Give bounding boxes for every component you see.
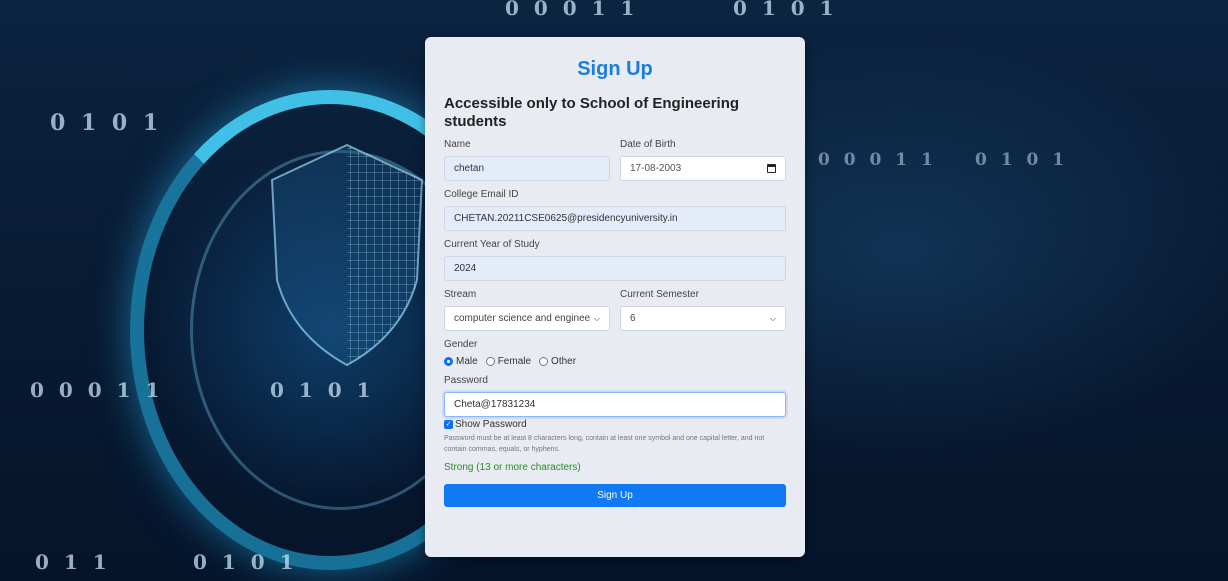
show-password-label: Show Password: [455, 419, 527, 430]
name-value: chetan: [454, 163, 485, 174]
password-label: Password: [444, 375, 488, 386]
chevron-down-icon: ⌵: [593, 313, 600, 323]
binary-text: 0 0 0 1 1: [505, 0, 639, 20]
gender-male-radio[interactable]: Male: [444, 356, 478, 367]
binary-text: 0 1 0 1: [270, 378, 375, 402]
shield-icon: [270, 143, 424, 367]
stream-value: computer science and enginee: [454, 313, 591, 324]
radio-unchecked-icon[interactable]: [485, 357, 495, 366]
stream-label: Stream: [444, 289, 477, 300]
email-label: College Email ID: [444, 189, 519, 200]
dob-label: Date of Birth: [620, 139, 676, 150]
binary-text: 0 1 0 1: [975, 150, 1069, 170]
page-title: Sign Up: [577, 58, 653, 80]
dob-value: 17-08-2003: [630, 163, 682, 174]
gender-option-label: Female: [497, 356, 532, 367]
radio-unchecked-icon[interactable]: [539, 357, 549, 366]
radio-checked-icon[interactable]: [444, 357, 453, 366]
calendar-icon[interactable]: [767, 164, 776, 173]
signup-button[interactable]: Sign Up: [444, 484, 786, 507]
binary-text: 0 1 0 1: [733, 0, 838, 20]
binary-text: 0 1 0 1: [50, 110, 163, 136]
password-strength: Strong (13 or more characters): [444, 462, 581, 473]
gender-label: Gender: [444, 339, 478, 350]
signup-card: Sign Up Accessible only to School of Eng…: [425, 37, 805, 557]
checkbox-checked-icon[interactable]: ✓: [444, 420, 453, 429]
binary-text: 0 0 0 1 1: [818, 150, 937, 170]
year-input[interactable]: 2024: [444, 256, 786, 281]
email-input[interactable]: CHETAN.20211CSE0625@presidencyuniversity…: [444, 206, 786, 231]
show-password-toggle[interactable]: ✓ Show Password: [444, 419, 786, 430]
email-value: CHETAN.20211CSE0625@presidencyuniversity…: [454, 213, 678, 224]
semester-value: 6: [630, 313, 636, 324]
password-value: Cheta@17831234: [454, 399, 536, 410]
binary-text: 0 1 0 1: [193, 550, 298, 574]
name-label: Name: [444, 139, 471, 150]
password-help-text: Password must be at least 8 characters l…: [444, 435, 765, 453]
name-input[interactable]: chetan: [444, 156, 610, 181]
year-value: 2024: [454, 263, 477, 274]
semester-select[interactable]: 6 ⌵: [620, 306, 786, 331]
gender-other-radio[interactable]: Other: [539, 356, 576, 367]
stream-select[interactable]: computer science and enginee ⌵: [444, 306, 610, 331]
chevron-down-icon: ⌵: [769, 313, 776, 323]
binary-text: 0 0 0 1 1: [30, 378, 164, 402]
password-input[interactable]: Cheta@17831234: [444, 392, 786, 417]
gender-option-label: Male: [456, 356, 478, 367]
gender-option-label: Other: [551, 356, 577, 367]
gender-female-radio[interactable]: Female: [485, 356, 532, 367]
dob-input[interactable]: 17-08-2003: [620, 156, 786, 181]
gender-radio-group: Male Female Other: [444, 356, 786, 367]
page-subtitle: Accessible only to School of Engineering…: [444, 95, 740, 130]
year-label: Current Year of Study: [444, 239, 540, 250]
semester-label: Current Semester: [620, 289, 699, 300]
binary-text: 0 1 1: [35, 550, 111, 574]
